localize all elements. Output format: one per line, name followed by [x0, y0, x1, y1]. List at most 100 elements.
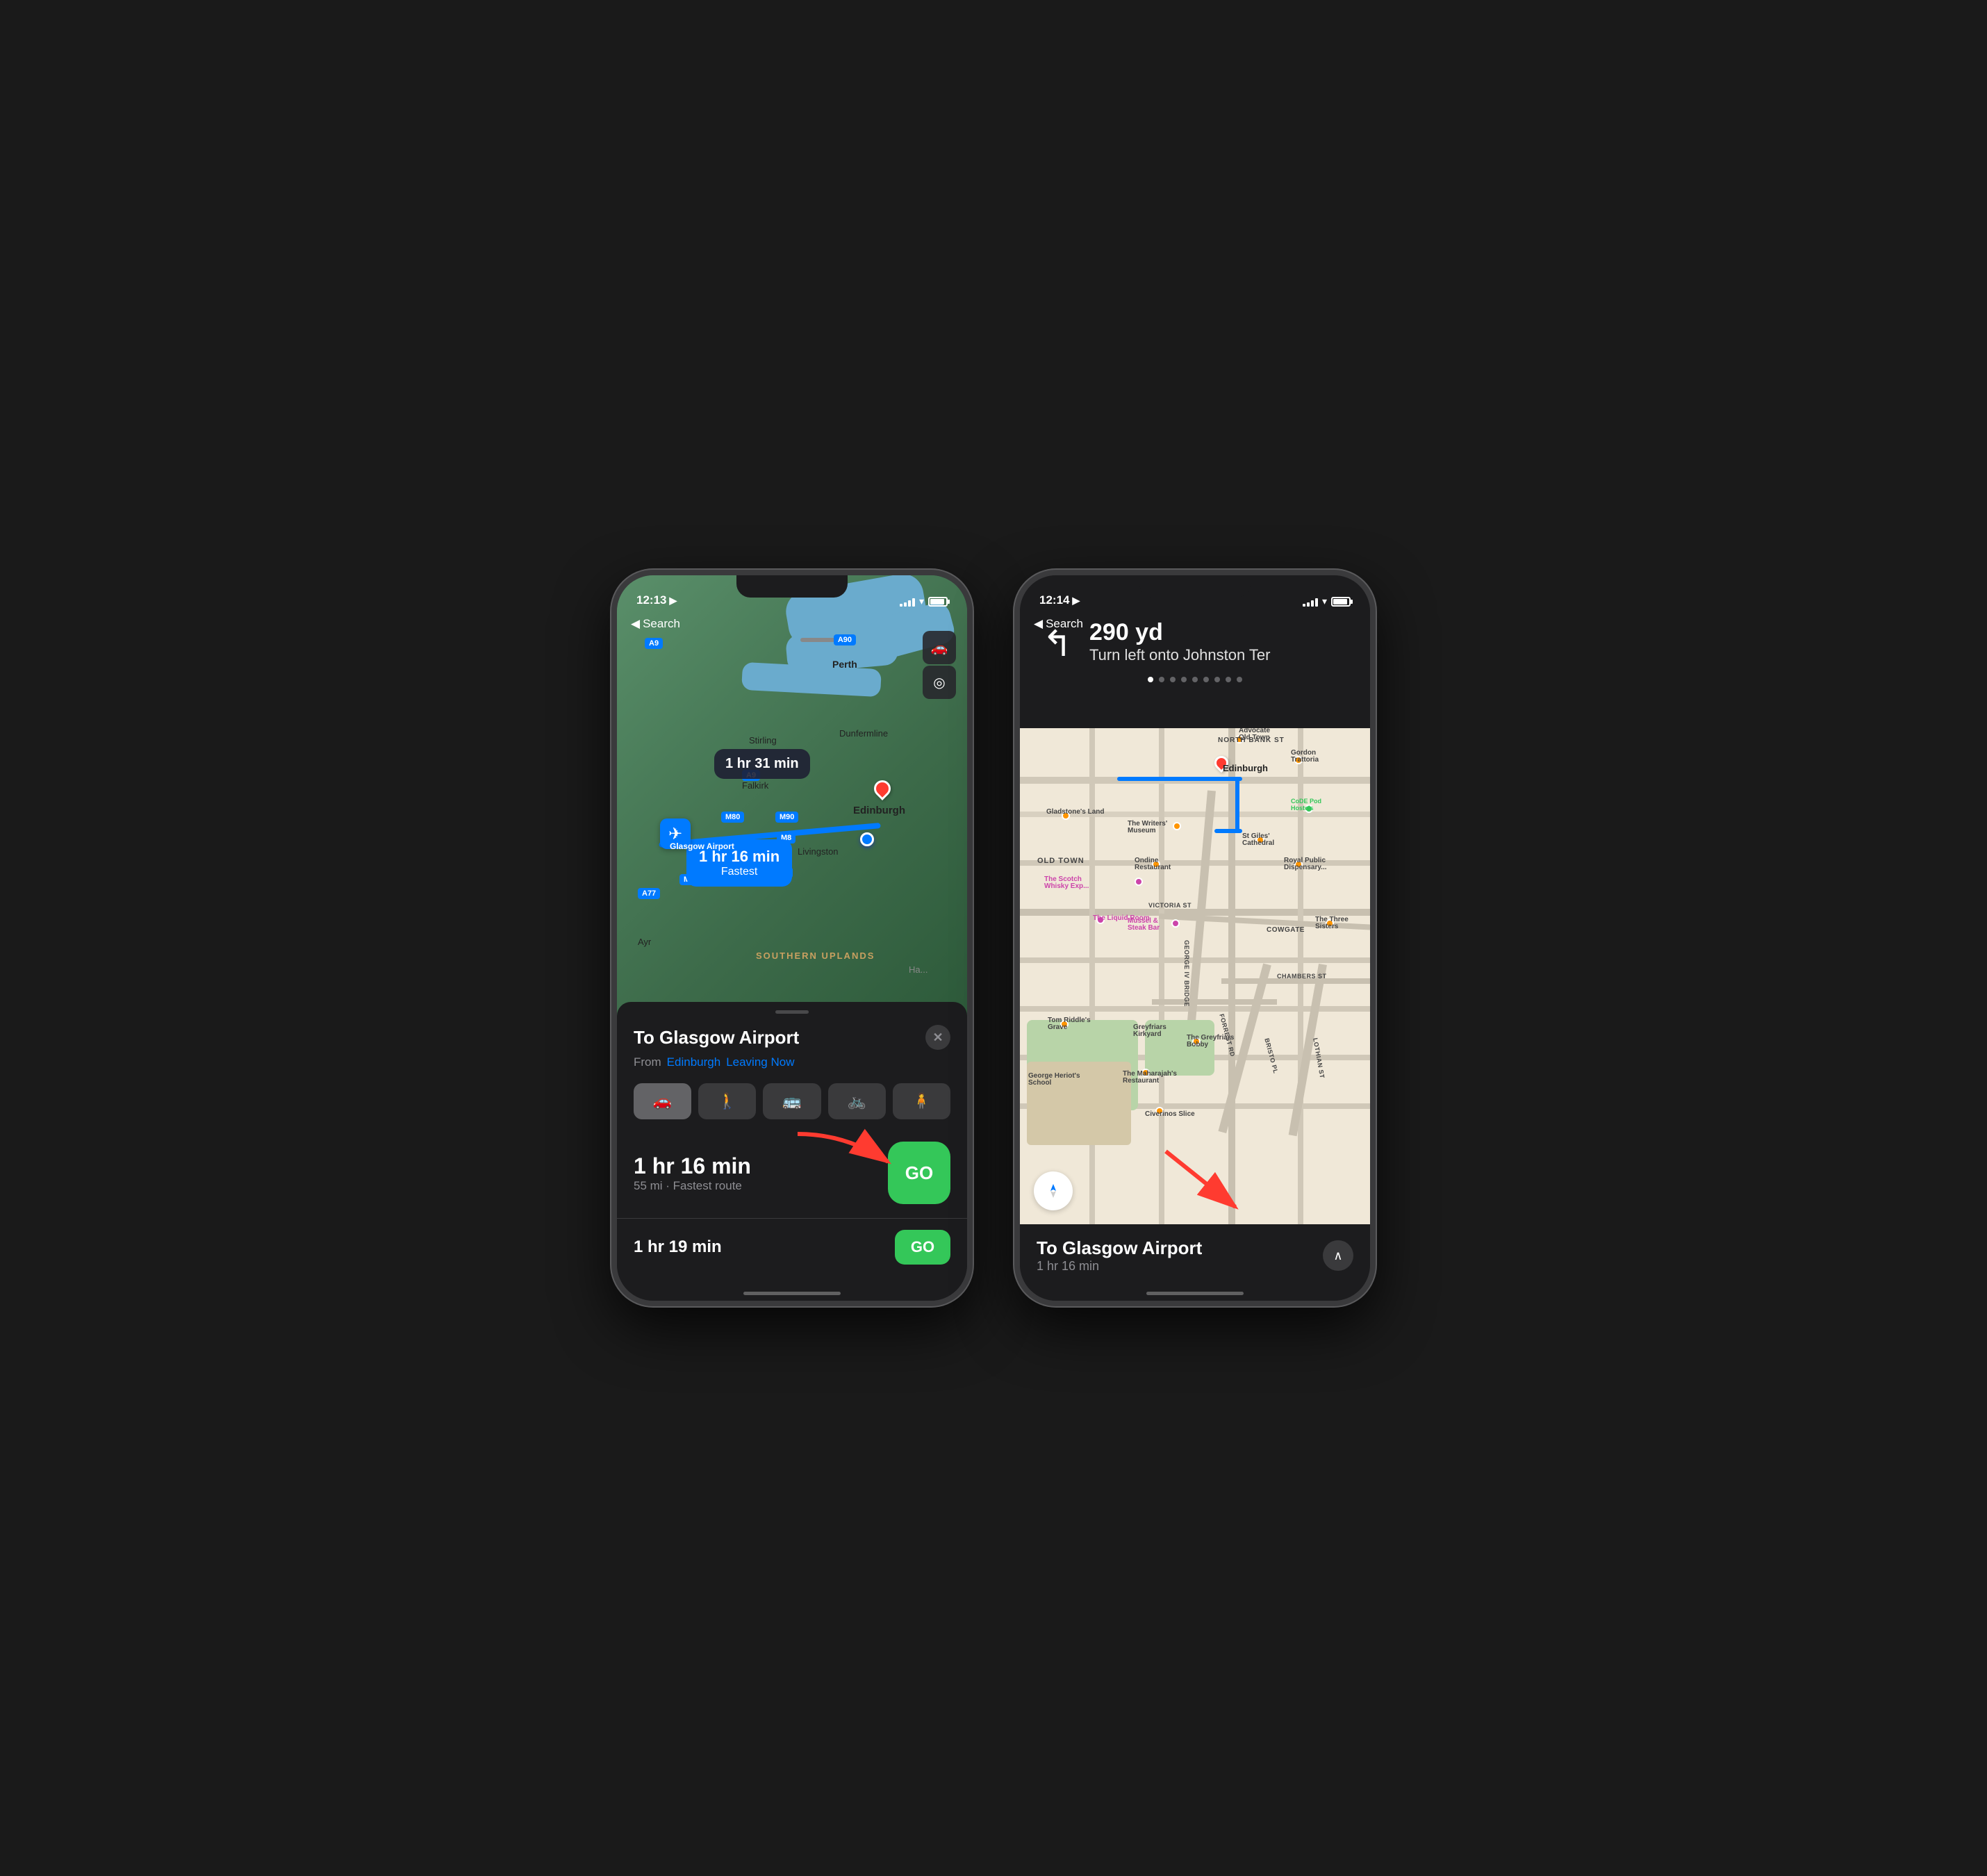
- go-button-1[interactable]: GO: [888, 1142, 950, 1204]
- map-control-compass[interactable]: ◎: [923, 666, 956, 699]
- label-perth: Perth: [832, 659, 857, 670]
- street-v1: [1089, 721, 1095, 1224]
- tab-walk[interactable]: 🚶: [698, 1083, 756, 1119]
- nav-bar-1: ◀ Search: [617, 610, 967, 638]
- step-dot-3: [1181, 677, 1187, 682]
- label-dunfermline: Dunfermline: [839, 728, 888, 739]
- step-dot-0: [1148, 677, 1153, 682]
- city-label-victoria: VICTORIA ST: [1148, 902, 1192, 909]
- battery-icon-1: [928, 597, 948, 607]
- route-time-info: 1 hr 16 min 55 mi · Fastest route: [634, 1153, 751, 1193]
- text-whisky-exp: Whisky Exp...: [1044, 882, 1089, 890]
- second-route-time: 1 hr 19 min: [634, 1237, 722, 1257]
- step-dot-6: [1214, 677, 1220, 682]
- text-school: School: [1028, 1079, 1051, 1087]
- location-icon-1: ▶: [669, 595, 677, 607]
- text-restaurant: Restaurant: [1135, 864, 1171, 871]
- city-label-old-town: OLD TOWN: [1037, 857, 1085, 865]
- text-sisters: Sisters: [1315, 923, 1338, 930]
- route-detail: 55 mi · Fastest route: [634, 1179, 751, 1193]
- road-badge-m80: M80: [721, 812, 744, 823]
- text-gladstone: Gladstone's Land: [1046, 808, 1105, 816]
- label-edinburgh: Edinburgh: [853, 805, 905, 816]
- home-indicator-2: [1146, 1292, 1244, 1295]
- bottom-panel-1: To Glasgow Airport ✕ From Edinburgh Leav…: [617, 1002, 967, 1301]
- phone-2: 12:14 ▶ ▾ ◀ Search: [1014, 570, 1376, 1306]
- expand-button-2[interactable]: ∧: [1323, 1240, 1353, 1271]
- tab-pedestrian[interactable]: 🧍: [893, 1083, 950, 1119]
- text-dispensary: Dispensary...: [1284, 864, 1327, 871]
- edinburgh-map-label: Edinburgh: [1223, 763, 1268, 773]
- label-southern-uplands: SOUTHERN UPLANDS: [756, 951, 875, 961]
- step-dots: [1020, 668, 1370, 682]
- city-label-chambers: CHAMBERS ST: [1277, 973, 1327, 980]
- back-button-1[interactable]: ◀ Search: [631, 617, 680, 631]
- tab-transit[interactable]: 🚌: [763, 1083, 821, 1119]
- status-icons-1: ▾: [900, 595, 948, 607]
- from-row-1: From Edinburgh Leaving Now: [617, 1050, 967, 1075]
- text-old-town: Old Town: [1239, 734, 1270, 741]
- map-controls-1: 🚗 ◎: [923, 631, 956, 699]
- back-button-2[interactable]: ◀ Search: [1034, 617, 1083, 631]
- route-time-big: 1 hr 16 min: [634, 1153, 751, 1179]
- road-badge-m90: M90: [775, 812, 798, 823]
- text-kirkyard: Kirkyard: [1133, 1030, 1162, 1038]
- phone-1: 12:13 ▶ ▾ ◀ Search: [611, 570, 973, 1306]
- destination-title-2: To Glasgow Airport: [1037, 1237, 1202, 1259]
- text-code-pod: CoDE Pod: [1291, 798, 1321, 805]
- label-falkirk: Falkirk: [742, 780, 768, 791]
- scotland-map: A90 M80 M8 M77 M74 A9 A77 A9 M90 1 hr 31…: [617, 575, 967, 1020]
- city-label-cowgate: COWGATE: [1267, 926, 1305, 934]
- map-area-2[interactable]: Edinburgh NORTH BANK ST: [1020, 721, 1370, 1224]
- home-indicator-1: [743, 1292, 841, 1295]
- city-route-1: [1117, 777, 1242, 781]
- step-dot-1: [1159, 677, 1164, 682]
- edinburgh-city-map: Edinburgh NORTH BANK ST: [1020, 721, 1370, 1224]
- close-button-1[interactable]: ✕: [925, 1025, 950, 1050]
- compass-button-2[interactable]: [1034, 1171, 1073, 1210]
- route-bubble-alt: 1 hr 31 min: [714, 749, 810, 779]
- label-livingston: Livingston: [798, 846, 839, 857]
- step-dot-8: [1237, 677, 1242, 682]
- status-bar-1: 12:13 ▶ ▾: [617, 575, 967, 613]
- status-time-1: 12:13 ▶: [636, 593, 677, 607]
- status-time-2: 12:14 ▶: [1039, 593, 1080, 607]
- back-label-2: Search: [1046, 617, 1083, 631]
- from-value-1[interactable]: Edinburgh: [667, 1055, 721, 1069]
- city-route-2: [1235, 777, 1239, 832]
- poi-writers-museum: [1173, 822, 1181, 830]
- lothian-st: [1289, 964, 1327, 1136]
- second-route-row: 1 hr 19 min GO: [617, 1218, 967, 1276]
- forrest-road: [1152, 999, 1277, 1005]
- transport-tabs-1: 🚗 🚶 🚌 🚲 🧍: [617, 1075, 967, 1128]
- go-button-2[interactable]: GO: [895, 1230, 950, 1265]
- text-bobby: Bobby: [1187, 1041, 1208, 1048]
- poi-scotch-whisky: [1135, 878, 1143, 886]
- destination-title-1: To Glasgow Airport: [634, 1027, 799, 1048]
- location-icon-2: ▶: [1072, 595, 1080, 607]
- text-civerinos: Civerinos Slice: [1145, 1110, 1195, 1118]
- tab-bike[interactable]: 🚲: [828, 1083, 886, 1119]
- current-location-1: [860, 832, 874, 846]
- map-area-1[interactable]: A90 M80 M8 M77 M74 A9 A77 A9 M90 1 hr 31…: [617, 575, 967, 1020]
- signal-icon-1: [900, 597, 915, 607]
- status-icons-2: ▾: [1303, 595, 1351, 607]
- battery-icon-2: [1331, 597, 1351, 607]
- city-label-george-iv: GEORGE IV BRIDGE: [1183, 940, 1190, 1007]
- bottom-bar-2: To Glasgow Airport 1 hr 16 min ∧: [1020, 1224, 1370, 1301]
- label-stirling: Stirling: [749, 735, 777, 746]
- label-ha: Ha...: [909, 964, 927, 975]
- street-v3: [1228, 721, 1235, 1224]
- back-label-1: Search: [643, 617, 680, 631]
- text-steak-bar: Steak Bar: [1128, 924, 1160, 932]
- instruction-road: Turn left onto Johnston Ter: [1089, 645, 1271, 666]
- city-route-3: [1214, 829, 1242, 833]
- poi-mussel-bar: [1171, 919, 1180, 928]
- route-info-row-1: 1 hr 16 min 55 mi · Fastest route GO: [617, 1128, 967, 1218]
- tab-car[interactable]: 🚗: [634, 1083, 691, 1119]
- step-dot-4: [1192, 677, 1198, 682]
- text-grave: Grave: [1048, 1023, 1067, 1031]
- step-dot-7: [1226, 677, 1231, 682]
- leaving-now-1[interactable]: Leaving Now: [726, 1055, 794, 1069]
- nav-bar-2: ◀ Search: [1020, 610, 1370, 638]
